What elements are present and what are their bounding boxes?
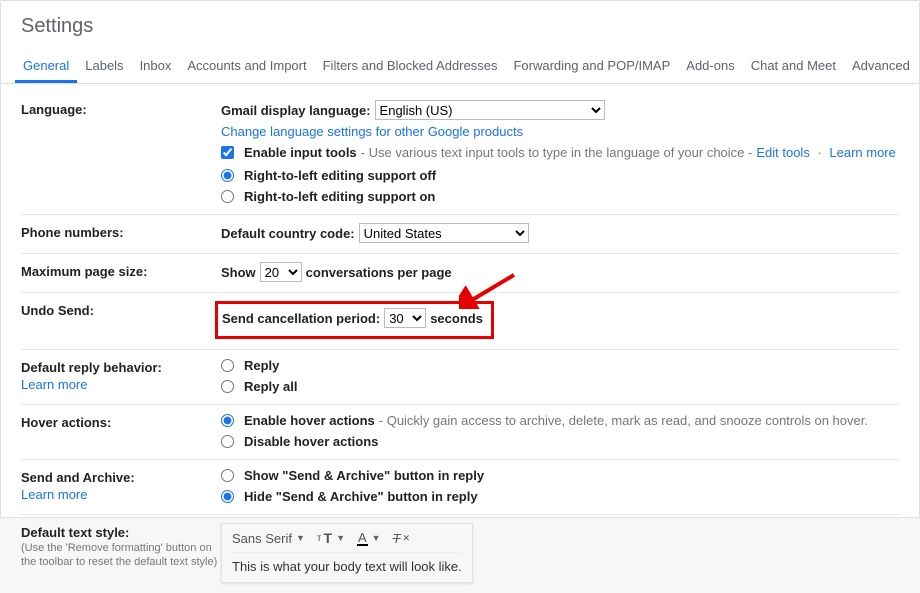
hover-enable-hint: - Quickly gain access to archive, delete…: [379, 413, 868, 428]
row-phone: Phone numbers: Default country code: Uni…: [21, 215, 899, 254]
hide-send-archive-label: Hide "Send & Archive" button in reply: [244, 489, 478, 504]
row-language: Language: Gmail display language: Englis…: [21, 92, 899, 215]
undo-period-select[interactable]: 30: [384, 308, 426, 328]
reply-learn-more[interactable]: Learn more: [21, 377, 221, 392]
font-size-button[interactable]: тT▼: [317, 530, 345, 546]
label-undo-send: Undo Send:: [21, 301, 221, 318]
change-language-link[interactable]: Change language settings for other Googl…: [221, 124, 523, 139]
settings-content: Language: Gmail display language: Englis…: [1, 84, 919, 593]
settings-page: Settings General Labels Inbox Accounts a…: [0, 0, 920, 518]
tab-general[interactable]: General: [15, 50, 77, 83]
font-color-button[interactable]: A▼: [357, 531, 381, 546]
font-family-button[interactable]: Sans Serif▼: [232, 531, 305, 546]
rtl-on-radio[interactable]: [221, 190, 234, 203]
hover-enable-label: Enable hover actions: [244, 413, 375, 428]
input-tools-learn-more[interactable]: Learn more: [829, 145, 895, 160]
display-language-label: Gmail display language:: [221, 103, 371, 118]
rtl-off-label: Right-to-left editing support off: [244, 168, 436, 183]
tab-accounts[interactable]: Accounts and Import: [179, 50, 314, 83]
enable-input-tools-checkbox[interactable]: [221, 146, 234, 159]
label-hover: Hover actions:: [21, 413, 221, 430]
undo-suffix: seconds: [430, 311, 483, 326]
row-send-archive: Send and Archive: Learn more Show "Send …: [21, 460, 899, 515]
display-language-select[interactable]: English (US): [375, 100, 605, 120]
row-hover: Hover actions: Enable hover actions - Qu…: [21, 405, 899, 460]
undo-prefix: Send cancellation period:: [222, 311, 380, 326]
show-send-archive-radio[interactable]: [221, 469, 234, 482]
tab-advanced[interactable]: Advanced: [844, 50, 918, 83]
undo-send-highlight: Send cancellation period: 30 seconds: [215, 301, 494, 339]
default-country-label: Default country code:: [221, 226, 355, 241]
hover-enable-radio[interactable]: [221, 414, 234, 427]
row-text-style: Default text style: (Use the 'Remove for…: [21, 515, 899, 593]
chevron-down-icon: ▼: [372, 533, 381, 543]
row-undo-send: Undo Send: Send cancellation period: 30 …: [21, 293, 899, 350]
pagesize-suffix: conversations per page: [306, 265, 452, 280]
row-pagesize: Maximum page size: Show 20 conversations…: [21, 254, 899, 293]
label-text-style: Default text style:: [21, 525, 129, 540]
chevron-down-icon: ▼: [336, 533, 345, 543]
row-reply: Default reply behavior: Learn more Reply…: [21, 350, 899, 405]
enable-input-tools-label: Enable input tools: [244, 145, 357, 160]
reply-radio[interactable]: [221, 359, 234, 372]
label-send-archive: Send and Archive:: [21, 470, 135, 485]
show-send-archive-label: Show "Send & Archive" button in reply: [244, 468, 484, 483]
tab-chat[interactable]: Chat and Meet: [743, 50, 844, 83]
send-archive-learn-more[interactable]: Learn more: [21, 487, 221, 502]
default-country-select[interactable]: United States: [359, 223, 529, 243]
text-style-toolbar: Sans Serif▼ тT▼ A▼ T✕ This is what your …: [221, 523, 473, 583]
hide-send-archive-radio[interactable]: [221, 490, 234, 503]
reply-label: Reply: [244, 358, 279, 373]
text-style-sample: This is what your body text will look li…: [232, 559, 462, 574]
remove-formatting-button[interactable]: T✕: [393, 531, 411, 546]
reply-all-radio[interactable]: [221, 380, 234, 393]
label-phone: Phone numbers:: [21, 223, 221, 240]
text-style-sub: (Use the 'Remove formatting' button on t…: [21, 542, 221, 570]
pagesize-select[interactable]: 20: [260, 262, 302, 282]
reply-all-label: Reply all: [244, 379, 297, 394]
enable-input-tools-hint: - Use various text input tools to type i…: [361, 145, 753, 160]
page-title: Settings: [1, 1, 919, 50]
label-reply: Default reply behavior:: [21, 360, 162, 375]
tab-inbox[interactable]: Inbox: [132, 50, 180, 83]
settings-tabs: General Labels Inbox Accounts and Import…: [1, 50, 919, 84]
rtl-off-radio[interactable]: [221, 169, 234, 182]
tab-forwarding[interactable]: Forwarding and POP/IMAP: [505, 50, 678, 83]
tab-labels[interactable]: Labels: [77, 50, 131, 83]
tab-addons[interactable]: Add-ons: [678, 50, 742, 83]
hover-disable-radio[interactable]: [221, 435, 234, 448]
edit-tools-link[interactable]: Edit tools: [756, 145, 809, 160]
tab-filters[interactable]: Filters and Blocked Addresses: [315, 50, 506, 83]
pagesize-prefix: Show: [221, 265, 256, 280]
hover-disable-label: Disable hover actions: [244, 434, 378, 449]
label-language: Language:: [21, 100, 221, 117]
rtl-on-label: Right-to-left editing support on: [244, 189, 435, 204]
label-pagesize: Maximum page size:: [21, 262, 221, 279]
chevron-down-icon: ▼: [296, 533, 305, 543]
